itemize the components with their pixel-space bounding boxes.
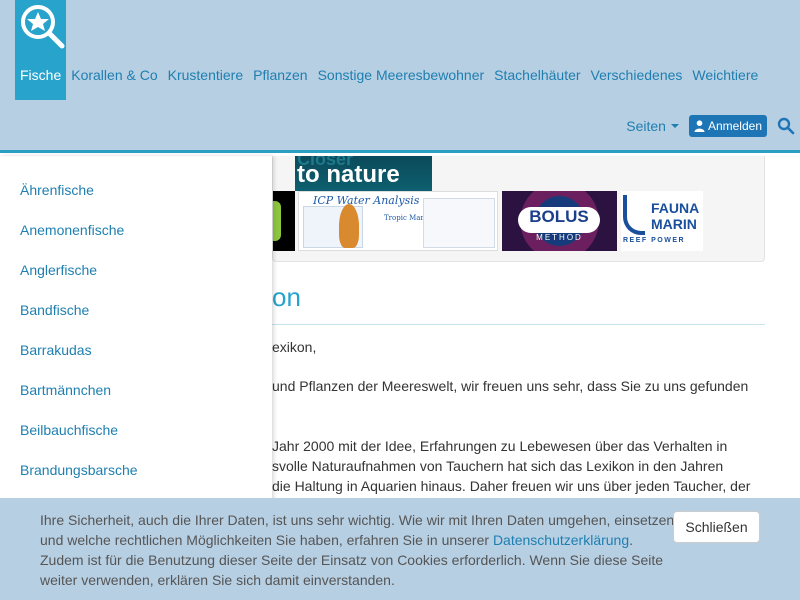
intro-line-3: Jahr 2000 mit der Idee, Erfahrungen zu L…	[272, 438, 728, 454]
sidebar-item-bandfische[interactable]: Bandfische	[20, 302, 89, 318]
ad-fauna-line2: MARIN	[651, 216, 697, 232]
seiten-dropdown[interactable]: Seiten	[626, 118, 679, 134]
star-magnifier-logo-icon	[21, 5, 65, 49]
sidebar-item-anglerfische[interactable]: Anglerfische	[20, 262, 97, 278]
nav-item-weichtiere[interactable]: Weichtiere	[687, 50, 763, 100]
ad-closer-to-nature[interactable]: Closer to nature	[295, 156, 432, 191]
ad-partial-green[interactable]	[273, 191, 295, 251]
sidebar-item-beilbauchfische[interactable]: Beilbauchfische	[20, 422, 118, 438]
nav-item-fische[interactable]: Fische	[15, 50, 67, 100]
caret-down-icon	[670, 124, 679, 128]
ad-icp-title: ICP Water Analysis	[313, 194, 420, 207]
ad-bolus-sub: METHOD	[536, 233, 583, 242]
page-heading: on	[272, 282, 301, 312]
search-icon[interactable]	[777, 117, 795, 135]
main-menu: Fische Korallen & Co Krustentiere Pflanz…	[15, 50, 763, 100]
sidebar-item-barrakudas[interactable]: Barrakudas	[20, 342, 92, 358]
intro-line-2: und Pflanzen der Meereswelt, wir freuen …	[272, 378, 749, 394]
nav-item-krustentiere[interactable]: Krustentiere	[163, 50, 248, 100]
cookie-message: Ihre Sicherheit, auch die Ihrer Daten, i…	[40, 510, 680, 590]
fauna-marin-logo-icon	[623, 195, 645, 235]
ad-fauna-line3: REEF POWER	[623, 237, 686, 244]
seahorse-image	[339, 204, 359, 248]
sidebar-item-brandungsbarsche[interactable]: Brandungsbarsche	[20, 462, 138, 478]
ad-banner-panel: Closer to nature ICP Water Analysis Trop…	[272, 156, 765, 262]
intro-line-4: svolle Naturaufnahmen von Tauchern hat s…	[272, 458, 724, 474]
nav-right: Seiten Anmelden	[626, 113, 800, 139]
sidebar-item-bartmaennchen[interactable]: Bartmännchen	[20, 382, 111, 398]
sidebar-item-anemonenfische[interactable]: Anemonenfische	[20, 222, 124, 238]
user-icon	[694, 120, 705, 132]
privacy-policy-link[interactable]: Datenschutzerklärung	[493, 532, 629, 548]
nav-item-korallen[interactable]: Korallen & Co	[66, 50, 162, 100]
nav-item-pflanzen[interactable]: Pflanzen	[248, 50, 312, 100]
ad-bolus-title: BOLUS	[518, 207, 600, 233]
ad-fauna-marin[interactable]: FAUNA MARIN REEF POWER	[621, 191, 703, 251]
login-button[interactable]: Anmelden	[688, 115, 767, 137]
ad-icp-water-analysis[interactable]: ICP Water Analysis Tropic Marin	[298, 191, 498, 251]
top-navbar: Fische Korallen & Co Krustentiere Pflanz…	[0, 0, 800, 153]
intro-line-5: die Haltung in Aquarien hinaus. Daher fr…	[272, 478, 751, 494]
heading-divider	[272, 324, 765, 325]
ad-nature-text: to nature	[297, 161, 400, 188]
site-logo[interactable]	[15, 0, 66, 50]
ad-icp-box-image	[423, 198, 495, 248]
cookie-close-button[interactable]: Schließen	[673, 511, 760, 543]
nav-item-sonstige[interactable]: Sonstige Meeresbewohner	[313, 50, 490, 100]
ad-fauna-line1: FAUNA	[651, 200, 700, 216]
ad-bolus-method[interactable]: BOLUS METHOD	[502, 191, 617, 251]
intro-line-1: exikon,	[272, 339, 317, 355]
seiten-label: Seiten	[626, 118, 666, 134]
login-label: Anmelden	[707, 119, 762, 133]
nav-item-stachelhaeuter[interactable]: Stachelhäuter	[489, 50, 585, 100]
nav-item-verschiedenes[interactable]: Verschiedenes	[586, 50, 688, 100]
sidebar-item-aehrenfische[interactable]: Ährenfische	[20, 182, 94, 198]
